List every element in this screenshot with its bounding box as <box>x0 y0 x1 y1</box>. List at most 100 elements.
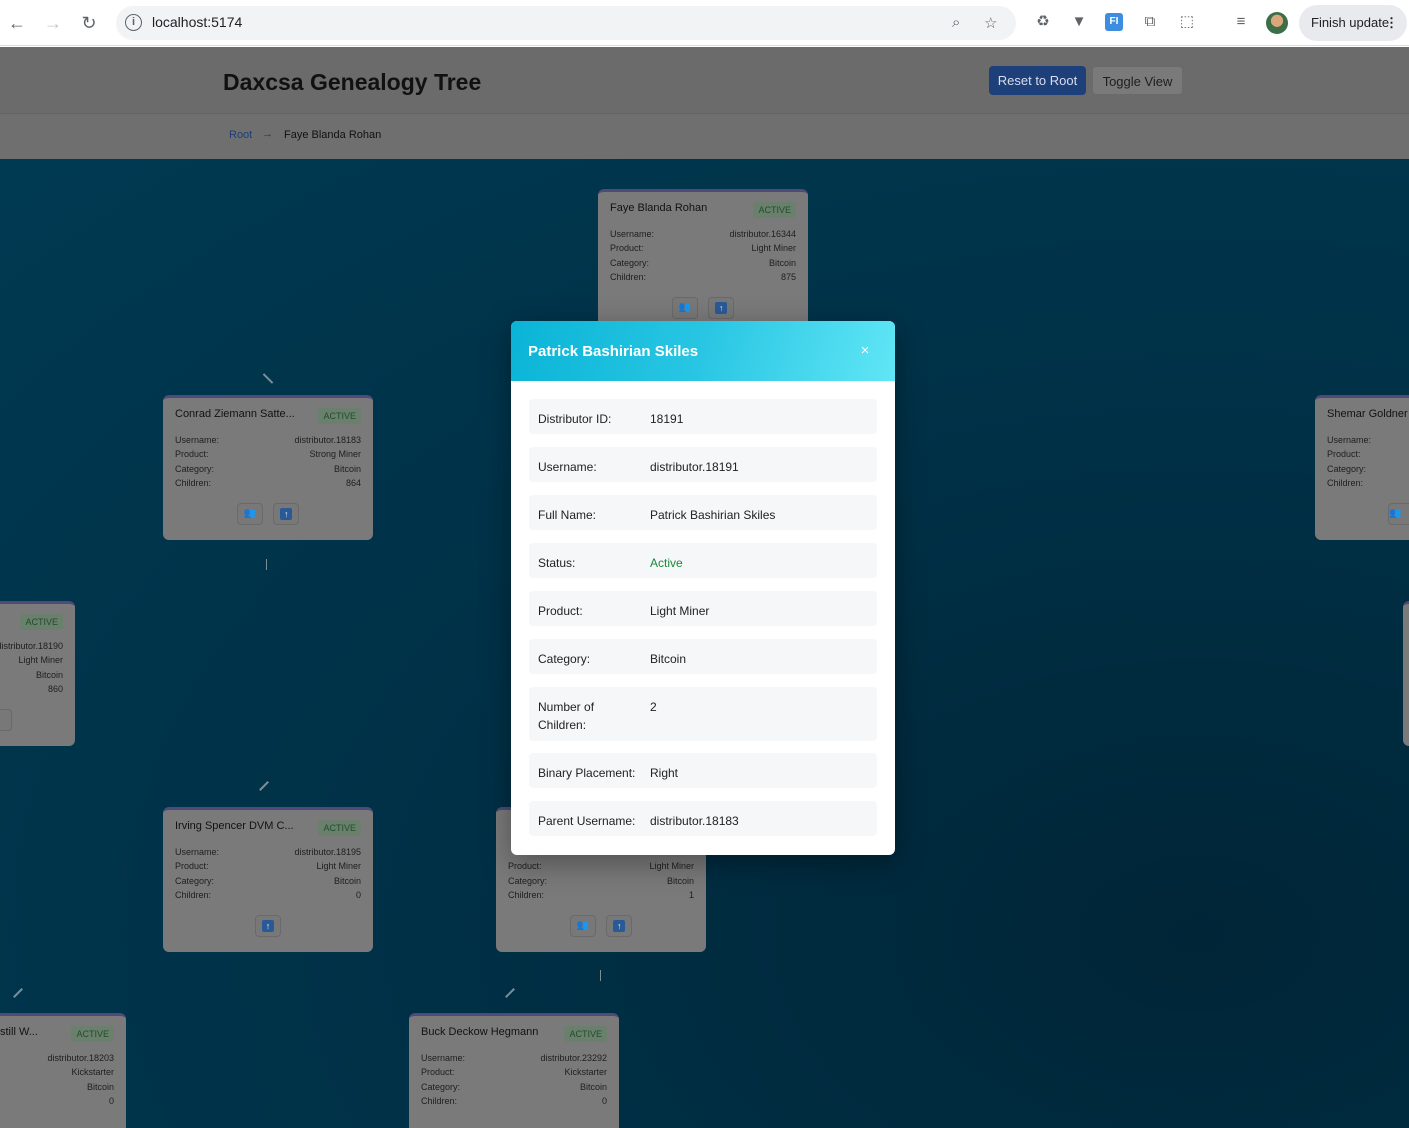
breadcrumb-separator: → <box>262 128 273 140</box>
node-name: Shemar Goldner <box>1327 408 1408 420</box>
extension-v-icon[interactable]: ▼ <box>1070 13 1088 31</box>
tree-node-card[interactable]: Irving Spencer DVM C... ACTIVE Username:… <box>163 807 373 952</box>
distributor-details-modal: Patrick Bashirian Skiles × Distributor I… <box>511 321 895 855</box>
app-header: Daxcsa Genealogy Tree Reset to Root Togg… <box>0 47 1409 113</box>
node-product: Strong Miner <box>309 449 361 459</box>
browser-toolbar: ← → ↻ i localhost:5174 ⌕ ☆ ♻ ▼ FI ⧉ ⬚ ≡ … <box>0 0 1409 46</box>
team-icon[interactable] <box>0 709 12 731</box>
tree-node-card[interactable]: ACTIVE distributor.18190 Light Miner Bit… <box>0 601 75 746</box>
node-product: Light Miner <box>316 861 361 871</box>
node-category: Bitcoin <box>666 876 694 886</box>
arrow-up-icon[interactable]: ↑ <box>708 297 735 319</box>
extensions-puzzle-icon[interactable]: ⬚ <box>1178 13 1196 31</box>
label-children: Children: <box>1327 478 1364 488</box>
label-username: Username: <box>175 435 220 445</box>
node-children: 860 <box>47 684 63 694</box>
tree-connector <box>266 559 267 570</box>
node-product: Light Miner <box>649 861 694 871</box>
detail-value: Light Miner <box>650 604 710 618</box>
arrow-up-icon[interactable]: ↑ <box>606 915 633 937</box>
reload-icon[interactable]: ↻ <box>77 11 101 35</box>
detail-label: Distributor ID: <box>538 412 612 426</box>
detail-row-category: Category: Bitcoin <box>529 639 877 674</box>
team-icon[interactable]: 👥 <box>569 915 596 937</box>
label-category: Category: <box>175 876 215 886</box>
status-badge: ACTIVE <box>753 202 796 218</box>
node-username: distributor.23292 <box>540 1053 607 1063</box>
node-name: Faye Blanda Rohan <box>610 202 708 214</box>
finish-update-button[interactable]: Finish update ⋮ <box>1299 5 1407 41</box>
node-category: Bitcoin <box>333 464 361 474</box>
detail-label: Status: <box>538 556 576 570</box>
extension-fi-icon[interactable]: FI <box>1105 13 1123 31</box>
node-username: distributor.18183 <box>294 435 361 445</box>
node-children: 0 <box>355 890 361 900</box>
team-icon[interactable]: 👥 <box>671 297 698 319</box>
tree-node-card[interactable]: Buck Deckow Hegmann ACTIVE Username: dist… <box>409 1013 619 1128</box>
status-badge: ACTIVE <box>318 820 361 836</box>
label-children: Children: <box>610 272 647 282</box>
forward-icon[interactable]: → <box>41 11 65 35</box>
label-username: Username: <box>421 1053 466 1063</box>
node-username: distributor.18195 <box>294 847 361 857</box>
tree-connector <box>505 988 515 998</box>
label-category: Category: <box>1327 464 1367 474</box>
node-children: 1 <box>688 890 694 900</box>
tree-node-card[interactable]: Faye Blanda Rohan ACTIVE Username: distri… <box>598 189 808 334</box>
url-text: localhost:5174 <box>152 14 243 30</box>
breadcrumb-root-link[interactable]: Root <box>229 129 252 141</box>
detail-label: Binary Placement: <box>538 766 636 780</box>
detail-value: distributor.18183 <box>650 814 739 828</box>
node-product: Light Miner <box>751 243 796 253</box>
label-product: Product: <box>610 243 644 253</box>
detail-row-parent-username: Parent Username: distributor.18183 <box>529 801 877 836</box>
zoom-icon[interactable]: ⌕ <box>952 14 960 31</box>
node-name: still W... <box>0 1026 38 1038</box>
status-value: Active <box>650 556 683 570</box>
detail-label: Number of Children: <box>538 700 595 732</box>
node-name: Irving Spencer DVM C... <box>175 820 294 832</box>
site-info-icon[interactable]: i <box>125 14 142 31</box>
menu-dots-icon: ⋮ <box>1385 15 1398 30</box>
media-queue-icon[interactable]: ≡ <box>1232 13 1250 31</box>
extension-screenshot-icon[interactable]: ⧉ <box>1141 13 1159 31</box>
tree-node-card[interactable] <box>1403 601 1409 746</box>
address-bar[interactable]: i localhost:5174 ⌕ ☆ <box>116 6 1016 40</box>
tree-node-card[interactable]: still W... ACTIVE distributor.18203 Kick… <box>0 1013 126 1128</box>
label-product: Product: <box>508 861 542 871</box>
node-username: distributor.18203 <box>47 1053 114 1063</box>
team-icon[interactable]: 👥 <box>236 503 263 525</box>
status-badge: ACTIVE <box>318 408 361 424</box>
detail-row-username: Username: distributor.18191 <box>529 447 877 482</box>
node-name: Buck Deckow Hegmann <box>421 1026 539 1038</box>
label-product: Product: <box>175 861 209 871</box>
tree-connector <box>13 988 23 998</box>
node-product: Kickstarter <box>71 1067 114 1077</box>
tree-node-card[interactable]: Shemar Goldner Username: Product: Catego… <box>1315 395 1409 540</box>
back-icon[interactable]: ← <box>5 11 29 35</box>
bookmark-star-icon[interactable]: ☆ <box>984 14 997 32</box>
detail-row-binary-placement: Binary Placement: Right <box>529 753 877 788</box>
tree-node-card[interactable]: Conrad Ziemann Satte... ACTIVE Username:… <box>163 395 373 540</box>
arrow-up-icon[interactable]: ↑ <box>273 503 300 525</box>
detail-row-number-of-children: Number of Children: 2 <box>529 687 877 741</box>
team-icon[interactable]: 👥 <box>1388 503 1409 525</box>
node-category: Bitcoin <box>768 258 796 268</box>
node-children: 864 <box>345 478 361 488</box>
detail-value: Right <box>650 766 679 780</box>
reset-to-root-button[interactable]: Reset to Root <box>989 66 1086 95</box>
profile-avatar[interactable] <box>1266 12 1288 34</box>
tree-connector <box>262 373 274 384</box>
extension-recycle-icon[interactable]: ♻ <box>1034 13 1052 31</box>
modal-title: Patrick Bashirian Skiles <box>528 343 699 360</box>
detail-label: Category: <box>538 652 591 666</box>
detail-row-product: Product: Light Miner <box>529 591 877 626</box>
detail-label: Full Name: <box>538 508 597 522</box>
node-username: distributor.18190 <box>0 641 63 651</box>
close-icon[interactable]: × <box>857 343 873 359</box>
toggle-view-button[interactable]: Toggle View <box>1092 66 1183 95</box>
node-category: Bitcoin <box>333 876 361 886</box>
node-name: Conrad Ziemann Satte... <box>175 408 295 420</box>
arrow-up-icon[interactable]: ↑ <box>255 915 281 937</box>
detail-row-distributor-id: Distributor ID: 18191 <box>529 399 877 434</box>
